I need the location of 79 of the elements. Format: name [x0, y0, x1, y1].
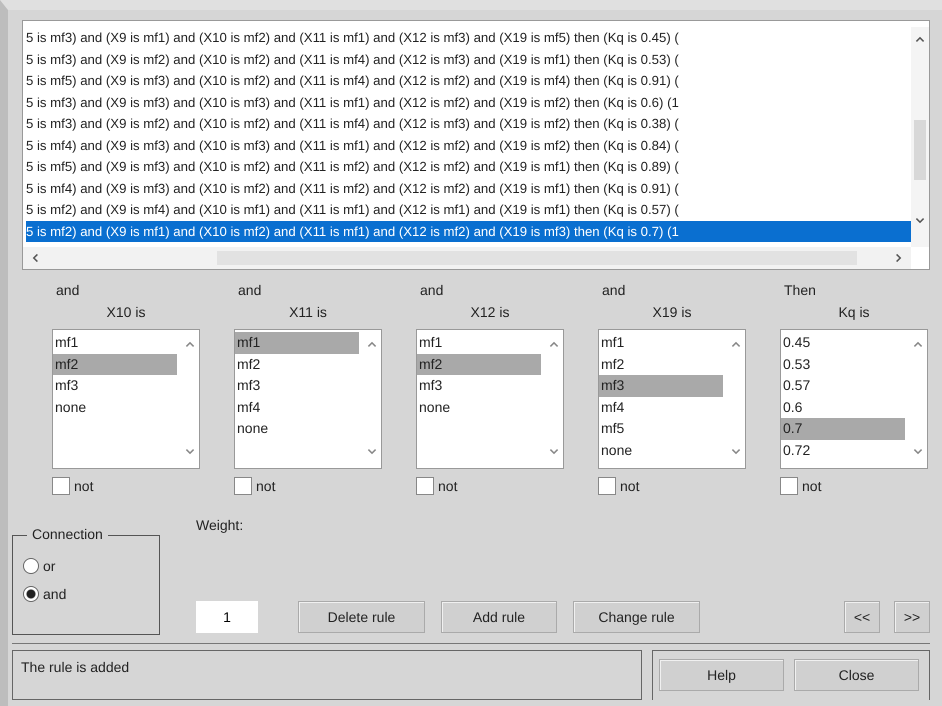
rule-item[interactable]: 5 is mf2) and (X9 is mf1) and (X10 is mf2) and (X11 is mf1) and (X12 is mf2) and (X19 is mf3) then (Kq is 0.7) (1	[26, 220, 911, 242]
option-item[interactable]: mf2	[235, 354, 359, 375]
rule-item[interactable]: 5 is mf3) and (X9 is mf2) and (X10 is mf2) and (X11 is mf4) and (X12 is mf3) and (X19 is mf1) then (Kq is 0.53) (	[26, 48, 911, 70]
option-item[interactable]: mf1	[235, 332, 359, 354]
option-item[interactable]: mf2	[599, 354, 723, 375]
option-item[interactable]: 0.53	[781, 354, 905, 375]
scroll-thumb[interactable]	[914, 120, 926, 180]
footer-button[interactable]: Close	[794, 659, 919, 691]
option-item[interactable]: mf3	[417, 375, 541, 396]
checkbox-label: not	[802, 478, 822, 494]
checkbox-label: not	[74, 478, 94, 494]
option-item[interactable]: none	[417, 396, 541, 418]
nav-button[interactable]: <<	[844, 601, 880, 633]
connector-label: and	[602, 282, 626, 298]
variable-label: Kq is	[838, 304, 870, 320]
rule-item[interactable]: 5 is mf2) and (X9 is mf4) and (X10 is mf1) and (X11 is mf1) and (X12 is mf1) and (X19 is mf1) then (Kq is 0.57) (	[26, 199, 911, 220]
connector-label: and	[238, 282, 262, 298]
radio-label: and	[43, 586, 66, 602]
radio-button[interactable]	[23, 558, 39, 574]
nav-button[interactable]: >>	[894, 601, 930, 633]
option-item[interactable]: mf1	[417, 332, 541, 354]
connector-label: and	[420, 282, 444, 298]
weight-label: Weight:	[196, 517, 244, 533]
option-item[interactable]: mf3	[599, 375, 723, 396]
option-list[interactable]: mf1 mf2 mf3 none	[416, 329, 564, 469]
rule-item[interactable]: 5 is mf3) and (X9 is mf3) and (X10 is mf3) and (X11 is mf1) and (X12 is mf2) and (X19 is mf2) then (Kq is 0.6) (1	[26, 92, 911, 113]
option-item[interactable]: 0.6	[781, 396, 905, 418]
not-checkbox[interactable]	[234, 477, 252, 495]
rule-item[interactable]: 5 is mf3) and (X9 is mf2) and (X10 is mf2) and (X11 is mf4) and (X12 is mf3) and (X19 is mf2) then (Kq is 0.38) (	[26, 113, 911, 134]
option-item[interactable]: mf4	[599, 396, 723, 418]
option-list[interactable]: mf1 mf2 mf3 none	[52, 329, 200, 469]
rule-list[interactable]	[22, 20, 930, 270]
rule-item[interactable]: 5 is mf4) and (X9 is mf3) and (X10 is mf2) and (X11 is mf2) and (X12 is mf2) and (X19 is mf1) then (Kq is 0.91) (	[26, 178, 911, 199]
radio-button[interactable]	[23, 586, 39, 602]
option-item[interactable]: mf5	[599, 418, 723, 440]
group-title: Connection	[27, 526, 108, 542]
not-checkbox[interactable]	[52, 477, 70, 495]
rule-item[interactable]: 5 is mf5) and (X9 is mf3) and (X10 is mf2) and (X11 is mf4) and (X12 is mf2) and (X19 is mf4) then (Kq is 0.91) (	[26, 70, 911, 92]
option-item[interactable]: mf2	[417, 354, 541, 375]
option-item[interactable]: mf1	[53, 332, 177, 354]
option-item[interactable]: 0.72	[781, 440, 905, 461]
action-button[interactable]: Add rule	[441, 601, 557, 633]
option-item[interactable]: 0.57	[781, 375, 905, 396]
option-list[interactable]: mf1 mf2 mf3 mf4 mf5 none	[598, 329, 746, 469]
variable-label: X10 is	[106, 304, 146, 320]
connector-label: and	[56, 282, 80, 298]
horizontal-scrollbar[interactable]	[23, 247, 911, 269]
option-item[interactable]: none	[53, 396, 177, 418]
option-item[interactable]: mf2	[53, 354, 177, 375]
option-item[interactable]: none	[599, 440, 723, 461]
not-checkbox[interactable]	[598, 477, 616, 495]
radio-label: or	[43, 558, 56, 574]
option-list[interactable]: mf1 mf2 mf3 mf4 none	[234, 329, 382, 469]
action-button[interactable]: Delete rule	[298, 601, 425, 633]
variable-label: X12 is	[470, 304, 510, 320]
option-item[interactable]: mf4	[235, 396, 359, 418]
option-item[interactable]: mf3	[235, 375, 359, 396]
option-list[interactable]: 0.45 0.53 0.57 0.6 0.7 0.72	[780, 329, 928, 469]
footer-button[interactable]: Help	[659, 659, 784, 691]
status-bar: The rule is added	[12, 650, 642, 700]
checkbox-label: not	[438, 478, 458, 494]
checkbox-label: not	[256, 478, 276, 494]
not-checkbox[interactable]	[780, 477, 798, 495]
option-item[interactable]: 0.7	[781, 418, 905, 440]
variable-label: X11 is	[289, 304, 327, 320]
rule-item[interactable]: 5 is mf5) and (X9 is mf3) and (X10 is mf2) and (X11 is mf2) and (X12 is mf2) and (X19 is mf1) then (Kq is 0.89) (	[26, 156, 911, 178]
weight-field[interactable]: 1	[196, 601, 258, 633]
rule-item[interactable]: 5 is mf3) and (X9 is mf1) and (X10 is mf2) and (X11 is mf1) and (X12 is mf3) and (X19 is mf5) then (Kq is 0.45) (	[26, 27, 911, 48]
checkbox-label: not	[620, 478, 640, 494]
vertical-scrollbar[interactable]	[911, 27, 929, 247]
not-checkbox[interactable]	[416, 477, 434, 495]
rule-item[interactable]: 5 is mf4) and (X9 is mf3) and (X10 is mf3) and (X11 is mf1) and (X12 is mf2) and (X19 is mf2) then (Kq is 0.84) (	[26, 134, 911, 156]
connector-label: Then	[784, 282, 816, 298]
option-item[interactable]: mf1	[599, 332, 723, 354]
action-button[interactable]: Change rule	[573, 601, 700, 633]
variable-label: X19 is	[652, 304, 692, 320]
option-item[interactable]: none	[235, 418, 359, 440]
option-item[interactable]: mf3	[53, 375, 177, 396]
option-item[interactable]: 0.45	[781, 332, 905, 354]
